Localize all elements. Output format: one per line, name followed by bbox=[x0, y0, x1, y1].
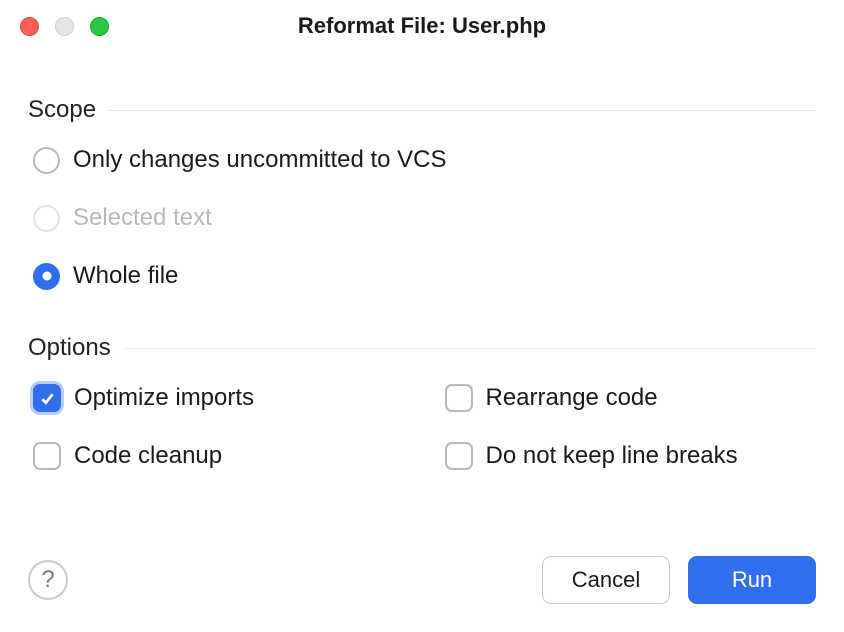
traffic-lights bbox=[20, 17, 109, 36]
checkbox-label: Optimize imports bbox=[74, 384, 254, 412]
zoom-window-button[interactable] bbox=[90, 17, 109, 36]
dialog-footer: ? Cancel Run bbox=[0, 530, 844, 632]
radio-uncommitted-changes[interactable]: Only changes uncommitted to VCS bbox=[33, 146, 816, 174]
radio-icon bbox=[33, 263, 60, 290]
scope-radio-group: Only changes uncommitted to VCS Selected… bbox=[28, 146, 816, 290]
checkbox-icon bbox=[445, 384, 473, 412]
radio-label: Whole file bbox=[73, 262, 178, 290]
button-label: Cancel bbox=[572, 567, 640, 593]
minimize-window-button bbox=[55, 17, 74, 36]
radio-icon bbox=[33, 147, 60, 174]
checkbox-code-cleanup[interactable]: Code cleanup bbox=[33, 442, 405, 470]
checkbox-label: Code cleanup bbox=[74, 442, 222, 470]
checkbox-label: Rearrange code bbox=[486, 384, 658, 412]
checkbox-icon bbox=[445, 442, 473, 470]
options-section-header: Options bbox=[28, 334, 816, 362]
radio-selected-text: Selected text bbox=[33, 204, 816, 232]
dialog-window: Reformat File: User.php Scope Only chang… bbox=[0, 0, 844, 632]
help-icon: ? bbox=[41, 566, 54, 594]
check-icon bbox=[39, 390, 56, 407]
radio-icon bbox=[33, 205, 60, 232]
radio-label: Only changes uncommitted to VCS bbox=[73, 146, 447, 174]
footer-buttons: Cancel Run bbox=[542, 556, 816, 604]
button-label: Run bbox=[732, 567, 772, 593]
scope-section-title: Scope bbox=[28, 96, 96, 124]
radio-label: Selected text bbox=[73, 204, 212, 232]
checkbox-no-line-breaks[interactable]: Do not keep line breaks bbox=[445, 442, 817, 470]
options-grid: Optimize imports Rearrange code Code cle… bbox=[28, 384, 816, 470]
dialog-title: Reformat File: User.php bbox=[298, 13, 546, 39]
checkbox-rearrange-code[interactable]: Rearrange code bbox=[445, 384, 817, 412]
radio-whole-file[interactable]: Whole file bbox=[33, 262, 816, 290]
checkbox-icon bbox=[33, 442, 61, 470]
cancel-button[interactable]: Cancel bbox=[542, 556, 670, 604]
checkbox-label: Do not keep line breaks bbox=[486, 442, 738, 470]
titlebar: Reformat File: User.php bbox=[0, 0, 844, 52]
scope-section-header: Scope bbox=[28, 96, 816, 124]
run-button[interactable]: Run bbox=[688, 556, 816, 604]
divider bbox=[108, 110, 816, 111]
divider bbox=[123, 348, 816, 349]
checkbox-icon bbox=[33, 384, 61, 412]
dialog-content: Scope Only changes uncommitted to VCS Se… bbox=[0, 52, 844, 530]
options-section-title: Options bbox=[28, 334, 111, 362]
checkbox-optimize-imports[interactable]: Optimize imports bbox=[33, 384, 405, 412]
help-button[interactable]: ? bbox=[28, 560, 68, 600]
close-window-button[interactable] bbox=[20, 17, 39, 36]
